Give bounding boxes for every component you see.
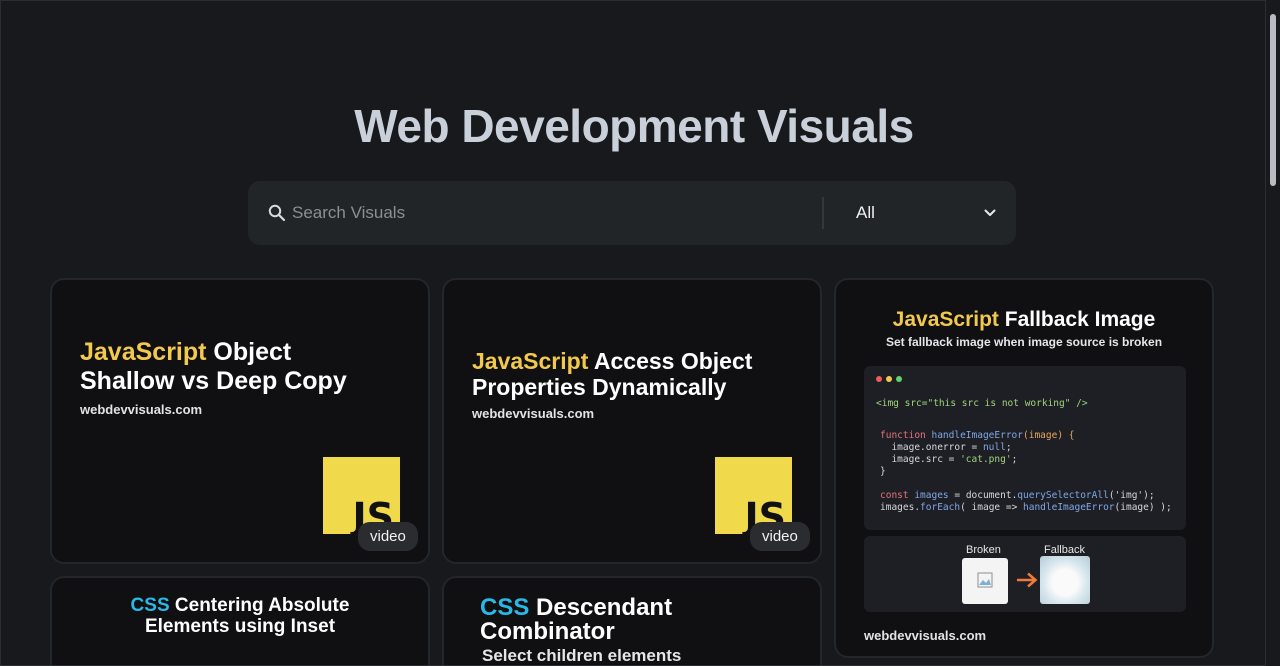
window-dots-icon [876, 376, 902, 382]
card-subtitle: Select children elements [482, 646, 682, 665]
card-site: webdevvisuals.com [472, 406, 595, 421]
search-bar: All [248, 181, 1016, 245]
category-select[interactable]: All [824, 181, 1016, 245]
search-input[interactable] [292, 193, 822, 233]
cat-image-icon [1040, 556, 1090, 604]
video-badge: video [750, 522, 810, 551]
chevron-down-icon [984, 209, 996, 216]
card-site: webdevvisuals.com [80, 402, 203, 417]
page-scrollbar[interactable] [1266, 0, 1280, 666]
demo-panel: Broken Fallback [864, 536, 1186, 612]
visual-card[interactable]: JavaScript Fallback Image Set fallback i… [834, 278, 1214, 658]
page-title: Web Development Visuals [354, 100, 914, 152]
scrollbar-thumb[interactable] [1270, 14, 1276, 186]
card-title: CSS Descendant Combinator [480, 594, 673, 645]
card-site: webdevvisuals.com [864, 628, 987, 643]
category-select-value: All [856, 203, 875, 222]
video-badge: video [358, 522, 418, 551]
broken-label: Broken [966, 544, 1001, 556]
card-title: CSS Centering Absolute Elements using In… [130, 595, 350, 637]
broken-image-icon [962, 558, 1008, 604]
visual-card[interactable]: CSS Descendant Combinator Select childre… [442, 576, 822, 665]
card-title: JavaScript Object Shallow vs Deep Copy [80, 338, 347, 395]
code-panel: <img src="this src is not working" /> fu… [864, 366, 1186, 530]
card-subtitle: Set fallback image when image source is … [885, 335, 1163, 349]
visual-card[interactable]: JavaScript Access Object Properties Dyna… [442, 278, 822, 564]
arrow-right-icon [1017, 572, 1038, 588]
search-icon [248, 181, 292, 245]
visual-card[interactable]: JavaScript Object Shallow vs Deep Copy w… [50, 278, 430, 564]
page-viewport: Web Development Visuals All JavaScript O… [0, 0, 1266, 666]
visual-card[interactable]: CSS Centering Absolute Elements using In… [50, 576, 430, 665]
card-title: JavaScript Fallback Image [892, 308, 1156, 331]
fallback-label: Fallback [1044, 544, 1085, 556]
card-title: JavaScript Access Object Properties Dyna… [472, 348, 753, 401]
